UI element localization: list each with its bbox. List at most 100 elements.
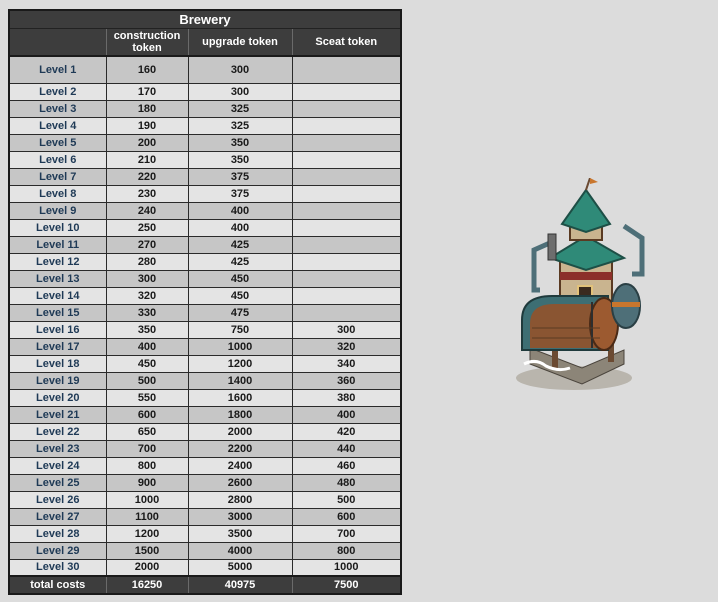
upgrade-cell: 450 [187, 269, 292, 287]
totals-upgrade: 40975 [187, 575, 292, 593]
sceat-cell [291, 116, 400, 134]
level-cell: Level 7 [10, 167, 106, 185]
sceat-cell [291, 201, 400, 219]
upgrade-cell: 1000 [187, 337, 292, 355]
sceat-cell [291, 252, 400, 270]
level-cell: Level 30 [10, 558, 106, 576]
level-cell: Level 14 [10, 286, 106, 304]
level-cell: Level 12 [10, 252, 106, 270]
table-row: Level 12 280 425 [10, 252, 400, 270]
upgrade-cell: 1800 [187, 405, 292, 423]
upgrade-cell: 2600 [187, 473, 292, 491]
upgrade-cell: 3500 [187, 524, 292, 542]
sceat-cell: 480 [291, 473, 400, 491]
construction-cell: 270 [105, 235, 188, 253]
table-row: Level 11 270 425 [10, 235, 400, 253]
upgrade-cell: 425 [187, 252, 292, 270]
construction-cell: 230 [105, 184, 188, 202]
table-row: Level 4 190 325 [10, 116, 400, 134]
table-row: Level 6 210 350 [10, 150, 400, 168]
table-row: Level 30 2000 5000 1000 [10, 558, 400, 576]
roof-spire [585, 177, 591, 191]
sceat-cell [291, 235, 400, 253]
construction-cell: 1100 [105, 507, 188, 525]
level-cell: Level 21 [10, 405, 106, 423]
level-cell: Level 26 [10, 490, 106, 508]
brewery-building-icon [512, 177, 648, 396]
construction-cell: 600 [105, 405, 188, 423]
totals-sceat: 7500 [291, 575, 400, 593]
roof-upper [560, 188, 612, 234]
construction-cell: 2000 [105, 558, 188, 576]
level-cell: Level 15 [10, 303, 106, 321]
table-row: Level 2 170 300 [10, 82, 400, 100]
table-row: Level 15 330 475 [10, 303, 400, 321]
column-header-sceat: Sceat token [291, 28, 400, 56]
table-row: Level 26 1000 2800 500 [10, 490, 400, 508]
upgrade-cell: 2200 [187, 439, 292, 457]
weather-vane [590, 178, 598, 184]
upgrade-cell: 400 [187, 201, 292, 219]
table-row: Level 17 400 1000 320 [10, 337, 400, 355]
cost-table-sheet: Brewery construction token upgrade token… [8, 9, 402, 595]
column-header-upgrade: upgrade token [187, 28, 292, 56]
kettle-band [612, 302, 640, 307]
level-cell: Level 8 [10, 184, 106, 202]
construction-cell: 700 [105, 439, 188, 457]
level-cell: Level 3 [10, 99, 106, 117]
level-cell: Level 2 [10, 82, 106, 100]
sceat-cell: 300 [291, 320, 400, 338]
upgrade-cell: 1400 [187, 371, 292, 389]
totals-label: total costs [10, 575, 106, 593]
upgrade-cell: 2000 [187, 422, 292, 440]
sceat-cell: 380 [291, 388, 400, 406]
sceat-cell: 700 [291, 524, 400, 542]
sceat-cell [291, 82, 400, 100]
sceat-cell [291, 55, 400, 83]
sceat-cell: 340 [291, 354, 400, 372]
sceat-cell [291, 133, 400, 151]
level-cell: Level 4 [10, 116, 106, 134]
upgrade-cell: 2400 [187, 456, 292, 474]
construction-cell: 240 [105, 201, 188, 219]
tower-band [560, 272, 612, 280]
upgrade-cell: 300 [187, 55, 292, 83]
chimney [547, 233, 557, 261]
sceat-cell [291, 218, 400, 236]
upgrade-cell: 1200 [187, 354, 292, 372]
table-row: Level 27 1100 3000 600 [10, 507, 400, 525]
table-row: Level 8 230 375 [10, 184, 400, 202]
table-row: Level 28 1200 3500 700 [10, 524, 400, 542]
sceat-cell: 420 [291, 422, 400, 440]
table-row: Level 10 250 400 [10, 218, 400, 236]
upgrade-cell: 325 [187, 116, 292, 134]
brewery-cost-table: Brewery construction token upgrade token… [10, 11, 400, 593]
upgrade-cell: 3000 [187, 507, 292, 525]
table-row: Level 22 650 2000 420 [10, 422, 400, 440]
level-cell: Level 11 [10, 235, 106, 253]
sceat-cell [291, 167, 400, 185]
level-cell: Level 17 [10, 337, 106, 355]
sceat-cell: 400 [291, 405, 400, 423]
level-cell: Level 13 [10, 269, 106, 287]
sceat-cell: 600 [291, 507, 400, 525]
level-cell: Level 28 [10, 524, 106, 542]
upgrade-cell: 1600 [187, 388, 292, 406]
table-row: Level 21 600 1800 400 [10, 405, 400, 423]
level-cell: Level 6 [10, 150, 106, 168]
construction-cell: 350 [105, 320, 188, 338]
upgrade-cell: 325 [187, 99, 292, 117]
construction-cell: 500 [105, 371, 188, 389]
level-cell: Level 10 [10, 218, 106, 236]
table-row: Level 5 200 350 [10, 133, 400, 151]
sceat-cell: 320 [291, 337, 400, 355]
level-cell: Level 20 [10, 388, 106, 406]
table-row: Level 24 800 2400 460 [10, 456, 400, 474]
upgrade-cell: 4000 [187, 541, 292, 559]
level-cell: Level 19 [10, 371, 106, 389]
construction-cell: 300 [105, 269, 188, 287]
sceat-cell: 800 [291, 541, 400, 559]
sceat-cell: 440 [291, 439, 400, 457]
upgrade-cell: 375 [187, 184, 292, 202]
construction-cell: 400 [105, 337, 188, 355]
